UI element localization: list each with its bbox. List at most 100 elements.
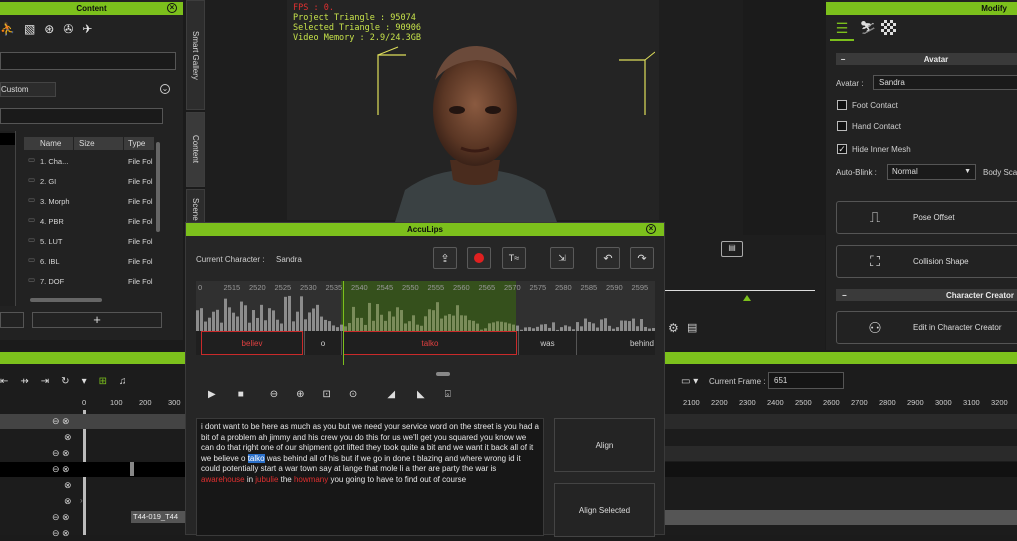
gear-icon[interactable]: ⚙ [668,321,679,335]
avatar-field[interactable]: Sandra [873,75,1017,90]
tick-label: 2900 [907,398,924,407]
panel-icon[interactable]: ▤ [687,321,697,334]
list-item[interactable]: ▭ 2. GI File Fol [28,175,158,195]
align-right-icon[interactable]: ◣ [417,389,425,400]
zoom-fit-icon[interactable]: ⊙ [349,389,357,400]
track-lane[interactable] [665,446,1017,461]
list-item[interactable]: ▭ 1. Cha... File Fol [28,155,158,175]
key-tool-icon[interactable]: ⇤ [0,376,8,387]
edit-in-character-creator-button[interactable]: ⚇ Edit in Character Creator [836,311,1017,344]
import-icon[interactable]: ⇪ [433,247,457,269]
waveform-bar [456,305,459,333]
image-icon[interactable]: ▧ [24,22,35,36]
track-lane[interactable] [665,414,1017,429]
hide-inner-mesh-checkbox[interactable]: ✓ [837,144,847,154]
add-button[interactable]: + [32,312,162,328]
pose-offset-button[interactable]: ⎍ Pose Offset [836,201,1017,234]
fit-frame-icon[interactable]: ⌻ [445,389,451,400]
segment-playhead[interactable] [343,281,344,365]
col-name[interactable]: Name [24,137,74,150]
collapse-icon[interactable]: ⌄ [160,84,170,94]
horizontal-scrollbar[interactable] [436,372,450,376]
segment-o[interactable]: o [304,331,342,355]
waveform-area[interactable]: 0 2515 2520 2525 2530 2535 2540 2545 2550 2555 256… [196,281,655,333]
close-icon[interactable]: × [167,3,177,13]
track-lane[interactable] [665,510,1017,525]
align-left-icon[interactable]: ◢ [387,389,395,400]
modify-tab-checker[interactable] [881,20,896,35]
segment-talko[interactable]: talko [343,331,517,355]
track-row[interactable]: ⊗ › [0,494,185,509]
collapse-track-icon[interactable]: ⇥ [41,376,49,387]
record-button[interactable] [467,247,491,269]
redo-icon[interactable]: ↷ [630,247,654,269]
track-row[interactable]: ⊖ ⊗ [0,462,185,477]
foot-contact-checkbox[interactable] [837,100,847,110]
list-hscrollbar[interactable] [30,298,102,302]
transcript-textarea[interactable]: i dont want to be here as much as you bu… [196,418,544,536]
text-to-speech-icon[interactable]: T≈ [502,247,526,269]
track-row[interactable]: ⊖ ⊗ T44-019_T44 [0,510,185,525]
tab-content[interactable]: Content [186,112,205,187]
close-icon[interactable]: × [646,224,656,234]
segment-behind[interactable]: behind [576,331,656,355]
figure-icon[interactable]: ⛹ [0,22,15,36]
align-selected-button[interactable]: Align Selected [554,483,655,537]
track-row[interactable]: ⊖ ⊗ [0,526,185,541]
section-character-creator[interactable]: − Character Creator [836,289,1017,301]
current-frame-label: Current Frame : [709,377,766,386]
audio-icon[interactable]: ♫ [119,376,127,387]
comment-icon[interactable]: ▤ [721,241,743,257]
zoom-in-icon[interactable]: ⊕ [296,389,304,400]
modify-tab-attributes[interactable]: ☰ [830,17,854,41]
tab-custom[interactable]: Custom [0,82,56,97]
segment-was[interactable]: was [518,331,576,355]
stop-icon[interactable]: ■ [238,389,244,400]
list-item[interactable]: ▭ 4. PBR File Fol [28,215,158,235]
list-item[interactable]: ▭ 3. Morph File Fol [28,195,158,215]
dropdown-icon[interactable]: ▾ [82,376,87,387]
list-item[interactable]: ▭ 5. LUT File Fol [28,235,158,255]
tab-smart-gallery[interactable]: Smart Gallery [186,0,205,110]
loop-icon[interactable]: ↻ [61,376,69,387]
align-button[interactable]: Align [554,418,655,472]
track-lane[interactable] [665,462,1017,477]
col-type[interactable]: Type [124,137,154,150]
zoom-selection-icon[interactable]: ⊡ [323,389,331,400]
col-size[interactable]: Size [74,137,124,150]
export-icon[interactable]: ⇲ [550,247,574,269]
film-icon[interactable]: ✇ [63,22,73,36]
track-row[interactable]: ⊗ [0,478,185,493]
insert-key-icon[interactable]: ⇸ [20,376,28,387]
track-row[interactable]: ⊗ [0,430,185,445]
undo-icon[interactable]: ↶ [596,247,620,269]
modify-tab-motion[interactable]: ⛷ [857,17,879,41]
tree-selected[interactable] [0,133,15,145]
content-bottom-field[interactable] [0,312,24,328]
align-icon[interactable]: ⊞ [99,376,107,387]
clip-label[interactable]: T44-019_T44 [131,511,185,523]
prop-icon[interactable]: ✈ [82,22,92,36]
track-row[interactable]: ⊖ ⊗ [0,446,185,461]
list-item[interactable]: ▭ 7. DOF File Fol [28,275,158,295]
segment-believ[interactable]: believ [201,331,303,355]
current-frame-input[interactable]: 651 [768,372,844,389]
list-item[interactable]: ▭ 6. IBL File Fol [28,255,158,275]
hand-contact-checkbox[interactable] [837,121,847,131]
misrecognized-word: awarehouse [201,474,245,484]
character-avatar[interactable] [385,40,565,222]
collision-shape-button[interactable]: ⛶ Collision Shape [836,245,1017,278]
motion-icon[interactable]: ⊛ [44,22,54,36]
content-filter-input[interactable] [0,108,163,124]
content-search-input[interactable] [0,52,176,70]
display-mode-icon[interactable]: ▭ ▾ [681,376,698,387]
track-row[interactable]: ⊖ ⊗ [0,414,185,429]
timeline-ruler-right: 2100 2200 2300 2400 2500 2600 2700 2800 … [665,398,1017,410]
auto-blink-select[interactable]: Normal ▼ [887,164,976,180]
ruler-tick-label: 2570 [504,283,521,292]
section-avatar[interactable]: Avatar [836,53,1017,65]
zoom-out-icon[interactable]: ⊖ [270,389,278,400]
viewport[interactable]: FPS : 0. Project Triangle : 95074 Select… [205,0,743,260]
play-icon[interactable]: ▶ [208,389,216,400]
list-scrollbar[interactable] [156,142,160,232]
